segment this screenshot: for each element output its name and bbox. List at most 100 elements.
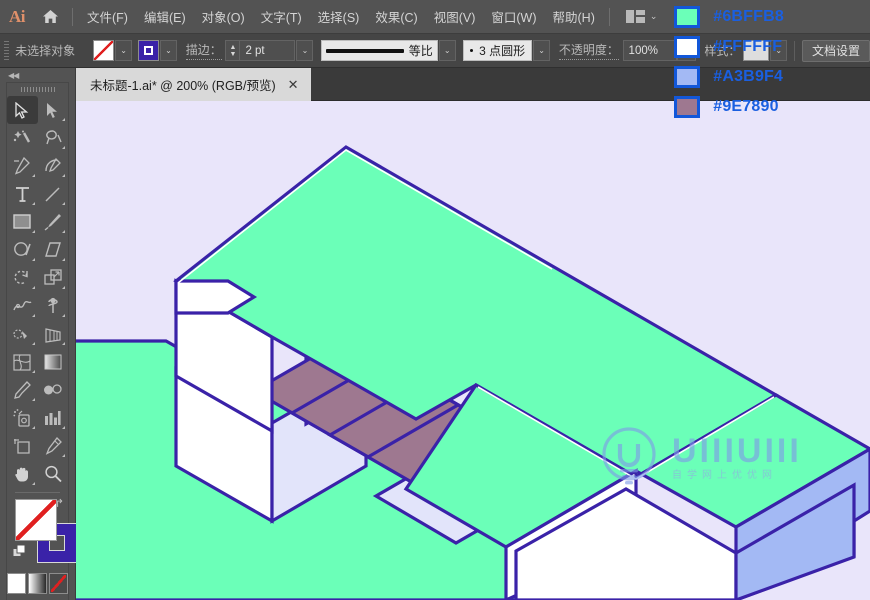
color-legend: #6BFFB8 #FFFFFF #A3B9F4 #9E7890 [674,6,784,118]
selection-tool[interactable] [7,96,38,124]
close-icon[interactable]: ✕ [288,78,299,91]
lasso-tool[interactable] [38,124,69,152]
tools-grid [7,96,68,488]
menu-view[interactable]: 视图(V) [426,3,484,30]
legend-swatch-mauve [674,96,701,118]
stroke-weight-stepper[interactable]: ▲ ▼ [225,40,240,61]
menu-object[interactable]: 对象(O) [194,3,253,30]
menu-window[interactable]: 窗口(W) [483,3,544,30]
opacity-input[interactable]: 100% [622,40,677,61]
legend-item: #9E7890 [674,96,784,118]
brush-definition-select[interactable]: 3 点圆形 [463,40,533,61]
menu-divider-2 [608,7,610,26]
direct-selection-tool[interactable] [38,96,69,124]
control-bar-separator [794,40,795,61]
legend-label-green: #6BFFB8 [713,8,784,25]
stroke-weight-input[interactable]: 2 pt [239,40,296,61]
artboard-canvas[interactable]: .st { stroke:#3A22A8; stroke-width:3.2; … [76,101,870,600]
slice-tool[interactable] [38,432,69,460]
artboard-tool[interactable] [7,432,38,460]
menu-select[interactable]: 选择(S) [310,3,368,30]
gradient-button[interactable] [28,573,47,594]
menu-help[interactable]: 帮助(H) [545,3,603,30]
shaper-tool[interactable] [7,236,38,264]
line-segment-tool[interactable] [38,180,69,208]
mesh-tool[interactable] [7,348,38,376]
blend-tool[interactable] [38,376,69,404]
menu-type[interactable]: 文字(T) [253,3,310,30]
shape-builder-tool[interactable] [7,320,38,348]
app-logo-icon: Ai [9,6,26,26]
stroke-profile-select[interactable]: 等比 [320,40,438,61]
curvature-tool[interactable] [38,152,69,180]
default-fill-stroke-icon[interactable] [12,544,26,558]
gradient-tool[interactable] [38,348,69,376]
tools-panel-collapse-button[interactable]: ◀◀ [0,68,75,82]
free-transform-tool[interactable] [38,292,69,320]
none-button[interactable] [49,573,68,594]
control-bar-grip[interactable] [4,40,10,61]
legend-label-blue: #A3B9F4 [713,68,784,85]
rotate-tool[interactable] [7,264,38,292]
stroke-profile-preview-icon [325,48,404,53]
magic-wand-tool[interactable] [7,124,38,152]
legend-item: #A3B9F4 [674,66,784,88]
brush-preview-icon [470,49,474,52]
hand-tool[interactable] [7,460,38,488]
stroke-weight-dropdown[interactable]: ⌄ [296,40,314,61]
document-setup-button[interactable]: 文档设置 [802,39,870,62]
width-tool[interactable] [7,292,38,320]
tools-panel-divider [15,492,60,493]
workspace-switcher[interactable]: ⌄ [622,10,662,23]
brush-dropdown[interactable]: ⌄ [533,40,551,61]
type-tool[interactable] [7,180,38,208]
eyedropper-tool[interactable] [7,376,38,404]
stroke-swatch-inner [143,46,153,55]
tools-panel-grip[interactable] [7,83,68,96]
document-tab[interactable]: 未标题-1.ai* @ 200% (RGB/预览) ✕ [76,68,311,101]
isometric-artwork: .st { stroke:#3A22A8; stroke-width:3.2; … [76,145,870,600]
chevron-down-icon: ⌄ [120,45,127,55]
fill-proxy[interactable] [15,499,57,541]
menu-file[interactable]: 文件(F) [79,3,136,30]
swap-fill-stroke-icon[interactable]: ↱ [55,497,64,510]
color-mode-row [7,573,68,594]
workspace-icon [625,10,645,23]
stroke-profile-label: 等比 [408,44,433,58]
legend-swatch-green [674,6,701,28]
selection-status: 未选择对象 [15,44,76,58]
chevron-down-icon: ⌄ [649,11,658,21]
stroke-profile-dropdown[interactable]: ⌄ [438,40,456,61]
legend-swatch-white [674,36,701,58]
menu-effect[interactable]: 效果(C) [367,3,425,30]
chevron-down-icon: ⌄ [443,45,451,55]
eraser-tool[interactable] [38,236,69,264]
fill-dropdown[interactable]: ⌄ [115,40,133,61]
legend-swatch-blue [674,66,701,88]
stroke-swatch[interactable] [137,40,159,61]
chevron-down-icon: ⌄ [538,45,545,55]
fill-stroke-proxy: ↱ [7,497,77,571]
stroke-weight-label: 描边： [185,41,222,60]
illustrator-window: Ai 文件(F) 编辑(E) 对象(O) 文字(T) 选择(S) 效果(C) 视… [0,0,870,600]
stepper-down-icon: ▼ [229,50,237,58]
scale-tool[interactable] [38,264,69,292]
chevron-down-icon: ⌄ [301,45,309,55]
brush-label: 3 点圆形 [479,44,526,58]
legend-item: #FFFFFF [674,36,784,58]
perspective-grid-tool[interactable] [38,320,69,348]
legend-label-white: #FFFFFF [713,38,783,55]
chevron-down-icon: ⌄ [165,45,172,55]
tools-panel: ◀◀ ↱ [0,68,77,600]
paintbrush-tool[interactable] [38,208,69,236]
symbol-sprayer-tool[interactable] [7,404,38,432]
rectangle-tool[interactable] [7,208,38,236]
color-button[interactable] [7,573,26,594]
home-icon[interactable] [34,0,66,34]
menu-edit[interactable]: 编辑(E) [136,3,194,30]
fill-swatch[interactable] [93,40,115,61]
stroke-dropdown[interactable]: ⌄ [159,40,177,61]
pen-tool[interactable] [7,152,38,180]
column-graph-tool[interactable] [38,404,69,432]
zoom-tool[interactable] [38,460,69,488]
